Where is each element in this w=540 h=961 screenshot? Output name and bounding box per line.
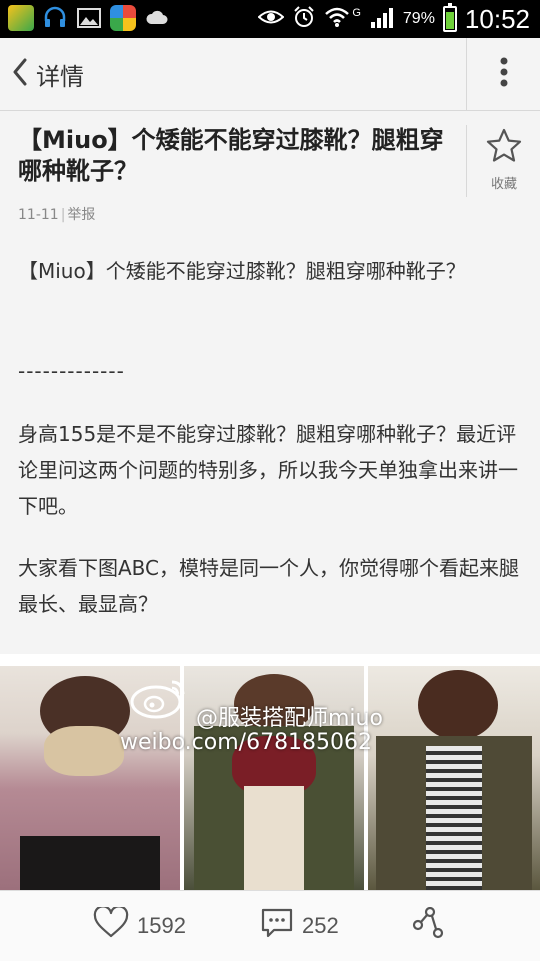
favorite-label: 收藏: [490, 177, 517, 192]
headset-icon: [42, 5, 68, 31]
app-store-icon: [110, 5, 136, 31]
photo-c: [368, 666, 540, 890]
clock: 10:52: [464, 3, 530, 34]
comment-count: 252: [302, 913, 339, 938]
like-button[interactable]: 1592: [93, 891, 186, 961]
paragraph: 身高155是不是不能穿过膝靴？腿粗穿哪种靴子？最近评论里问这两个问题的特别多，所…: [18, 422, 518, 518]
cloud-icon: [144, 5, 170, 31]
share-button[interactable]: [410, 891, 446, 961]
signal-icon: [369, 6, 395, 32]
report-link[interactable]: 举报: [67, 207, 95, 223]
back-button[interactable]: 详情: [6, 52, 90, 96]
chevron-left-icon: [12, 58, 28, 90]
article-title: 【Miuo】个矮能不能穿过膝靴？腿粗穿哪种靴子？: [18, 126, 444, 185]
watermark-name: @服装搭配师miuo: [196, 706, 383, 731]
favorite-divider: [466, 125, 467, 197]
network-type: G: [352, 7, 361, 19]
status-bar: G 79% 10:52: [0, 0, 540, 38]
image-notification-icon: [76, 5, 102, 31]
app-notification-icon: [8, 5, 34, 31]
more-button[interactable]: [480, 52, 528, 96]
star-icon: [485, 128, 523, 169]
more-vertical-icon: [499, 57, 509, 91]
post-date: 11-11: [18, 207, 59, 223]
bottom-action-bar: 1592 252: [0, 890, 540, 961]
watermark-weibo-icon: [128, 676, 188, 726]
wifi-icon: [324, 6, 350, 32]
eye-icon: [257, 8, 285, 30]
separator-line: -------------: [18, 359, 125, 383]
article-image[interactable]: @服装搭配师miuo weibo.com/678185062: [0, 654, 540, 890]
paragraph: 大家看下图ABC，模特是同一个人，你觉得哪个看起来腿最长、最显高？: [18, 556, 520, 616]
comment-icon: [260, 907, 294, 945]
favorite-button[interactable]: 收藏: [476, 127, 532, 197]
article: 【Miuo】个矮能不能穿过膝靴？腿粗穿哪种靴子？ 收藏 11-11 | 举报 【Mi…: [0, 111, 540, 651]
battery-percent: 79%: [402, 10, 435, 27]
battery-icon: [442, 3, 457, 32]
page-title: 详情: [36, 62, 84, 91]
share-icon: [410, 906, 446, 945]
like-count: 1592: [137, 913, 186, 938]
header-divider: [466, 38, 467, 110]
paragraph: 【Miuo】个矮能不能穿过膝靴？腿粗穿哪种靴子？: [18, 259, 466, 283]
top-nav-bar: 详情: [0, 38, 540, 111]
article-meta: 11-11 | 举报: [18, 207, 96, 223]
alarm-icon: [292, 5, 316, 33]
watermark-url: weibo.com/678185062: [120, 730, 373, 755]
comment-button[interactable]: 252: [260, 891, 339, 961]
heart-icon: [93, 905, 129, 945]
